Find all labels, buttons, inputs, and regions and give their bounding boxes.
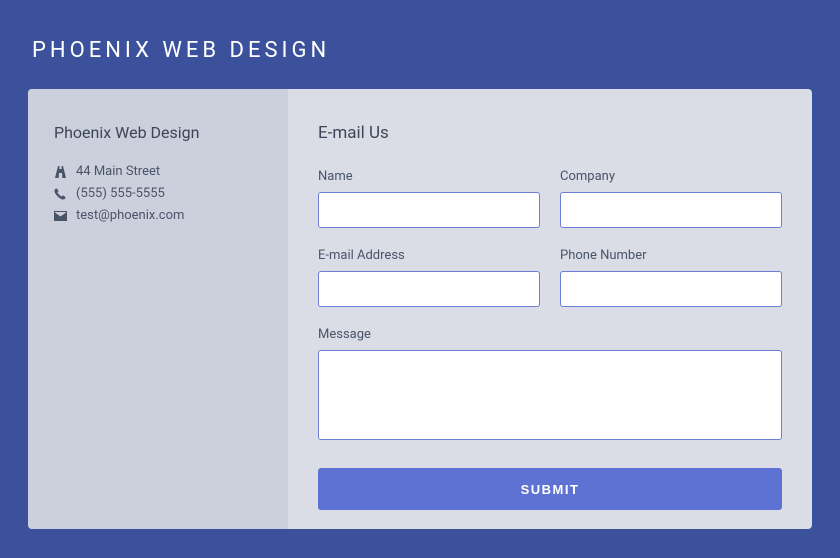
phone-line: (555) 555-5555 <box>54 186 262 201</box>
phone-label: Phone Number <box>560 248 782 263</box>
contact-card: Phoenix Web Design 44 Main Street (555) … <box>28 89 812 529</box>
form-row-2: E-mail Address Phone Number <box>318 248 782 307</box>
email-line: test@phoenix.com <box>54 208 262 223</box>
envelope-icon <box>54 211 70 221</box>
address-line: 44 Main Street <box>54 164 262 179</box>
company-field-group: Company <box>560 169 782 228</box>
road-icon <box>54 166 70 178</box>
contact-info-sidebar: Phoenix Web Design 44 Main Street (555) … <box>28 89 288 529</box>
contact-form: E-mail Us Name Company E-mail Address Ph… <box>288 89 812 529</box>
phone-input[interactable] <box>560 271 782 307</box>
form-heading: E-mail Us <box>318 123 782 143</box>
phone-icon <box>54 188 70 200</box>
address-text: 44 Main Street <box>76 164 160 179</box>
page-title: PHOENIX WEB DESIGN <box>0 0 840 63</box>
name-field-group: Name <box>318 169 540 228</box>
phone-text: (555) 555-5555 <box>76 186 165 201</box>
form-row-1: Name Company <box>318 169 782 228</box>
form-row-3: Message <box>318 327 782 440</box>
email-input[interactable] <box>318 271 540 307</box>
email-field-group: E-mail Address <box>318 248 540 307</box>
message-label: Message <box>318 327 782 342</box>
submit-button[interactable]: SUBMIT <box>318 468 782 510</box>
phone-field-group: Phone Number <box>560 248 782 307</box>
email-text: test@phoenix.com <box>76 208 184 223</box>
name-label: Name <box>318 169 540 184</box>
message-input[interactable] <box>318 350 782 440</box>
message-field-group: Message <box>318 327 782 440</box>
name-input[interactable] <box>318 192 540 228</box>
email-label: E-mail Address <box>318 248 540 263</box>
company-label: Company <box>560 169 782 184</box>
company-input[interactable] <box>560 192 782 228</box>
company-name: Phoenix Web Design <box>54 123 262 142</box>
